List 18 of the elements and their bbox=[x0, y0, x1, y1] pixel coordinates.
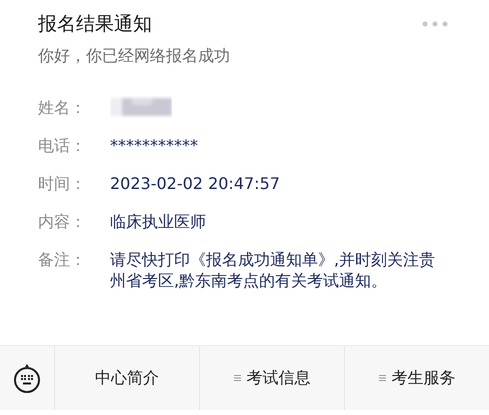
field-label: 内容： bbox=[38, 211, 87, 233]
field-value: 临床执业医师 bbox=[110, 211, 207, 232]
redacted-blur bbox=[110, 96, 172, 118]
menu-icon bbox=[234, 374, 240, 382]
field-value: 请尽快打印《报名成功通知单》,并时刻关注贵州省考区,黔东南考点的有关考试通知。 bbox=[110, 249, 436, 291]
notice-title: 报名结果通知 bbox=[38, 12, 152, 37]
field-label: 时间： bbox=[38, 173, 87, 195]
field-label: 电话： bbox=[38, 135, 87, 157]
field-value: 2023-02-02 20:47:57 bbox=[110, 173, 281, 194]
notice-subtitle: 你好，你已经网络报名成功 bbox=[38, 45, 231, 67]
menu-icon bbox=[378, 374, 386, 382]
keyboard-icon bbox=[13, 363, 41, 393]
menu-tab[interactable]: 中心简介 bbox=[55, 346, 200, 410]
field-value: *********** bbox=[110, 135, 199, 156]
field-label: 姓名： bbox=[38, 97, 87, 119]
field-label: 备注： bbox=[38, 249, 87, 271]
menu-tab[interactable]: 考生服务 bbox=[345, 346, 489, 410]
menu-tab[interactable]: 考试信息 bbox=[200, 346, 345, 410]
